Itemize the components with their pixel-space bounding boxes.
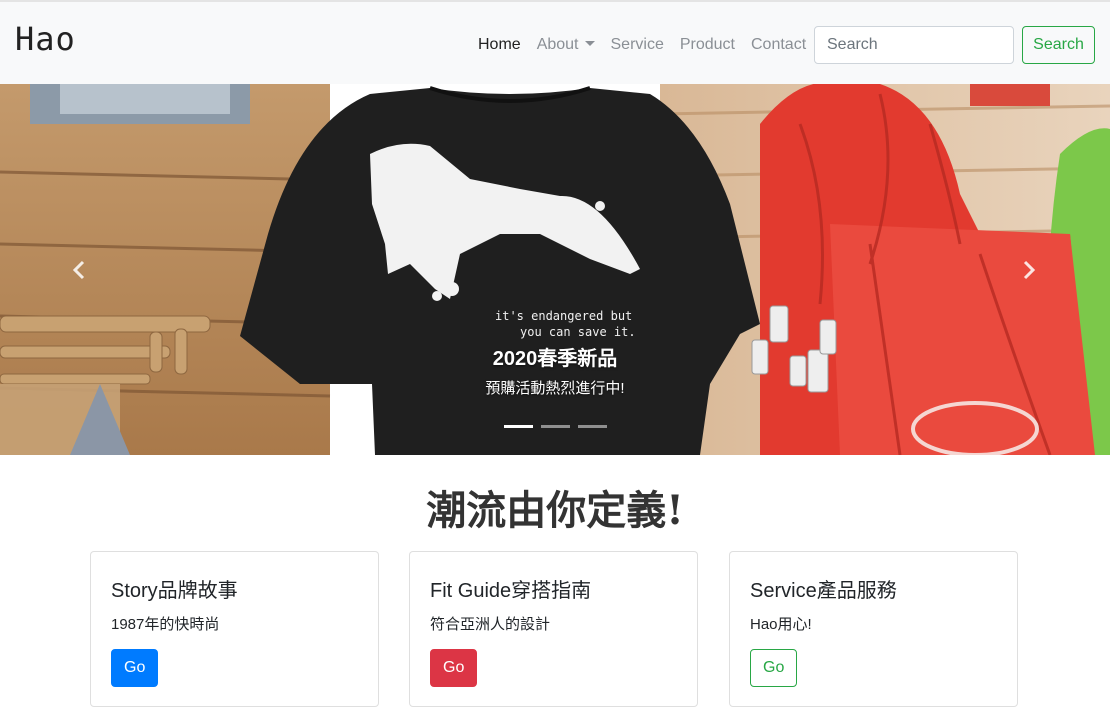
card-fit-guide: Fit Guide穿搭指南 符合亞洲人的設計 Go [409,551,698,707]
nav-links: Home About Service Product Contact [470,32,814,58]
carousel-caption-title: 2020春季新品 [492,348,618,370]
nav-item-product[interactable]: Product [672,32,743,58]
card-text: 符合亞洲人的設計 [430,616,551,633]
carousel-next-control[interactable] [950,84,1110,455]
carousel-indicator[interactable] [541,425,570,428]
nav-item-home[interactable]: Home [470,32,529,58]
carousel-caption-text: 預購活動熱烈進行中! [485,380,625,397]
carousel-indicators [504,425,607,428]
chevron-right-icon [1023,260,1036,280]
card-text: 1987年的快時尚 [111,616,220,633]
nav-item-about[interactable]: About [529,32,603,58]
shirt-print-line-2: you can save it. [520,325,636,339]
chevron-left-icon [72,260,85,280]
card-story: Story品牌故事 1987年的快時尚 Go [90,551,379,707]
search-input[interactable] [814,26,1014,64]
carousel-image: it's endangered but you can save it. [0,84,1110,455]
card-service: Service產品服務 Hao用心! Go [729,551,1018,707]
search-button[interactable]: Search [1022,26,1095,64]
carousel-indicator[interactable] [578,425,607,428]
carousel-indicator[interactable] [504,425,533,428]
card-title: Fit Guide穿搭指南 [430,580,592,602]
shirt-print-line-1: it's endangered but [495,309,632,323]
navbar: Hao Home About Service Product Contact S… [0,0,1110,84]
card-go-button[interactable]: Go [430,649,478,687]
card-title: Service產品服務 [750,580,897,602]
hero-carousel: it's endangered but you can save it. 202… [0,84,1110,455]
card-go-button[interactable]: Go [750,649,798,687]
card-title: Story品牌故事 [111,580,238,602]
card-go-button[interactable]: Go [111,649,159,687]
carousel-prev-control[interactable] [0,84,160,455]
nav-item-service[interactable]: Service [603,32,672,58]
card-text: Hao用心! [750,616,812,633]
nav-item-contact[interactable]: Contact [743,32,814,58]
nav-item-about-label: About [536,36,579,53]
brand-logo[interactable]: Hao [15,20,76,58]
caret-down-icon [584,41,595,46]
page-headline: 潮流由你定義! [426,487,684,534]
